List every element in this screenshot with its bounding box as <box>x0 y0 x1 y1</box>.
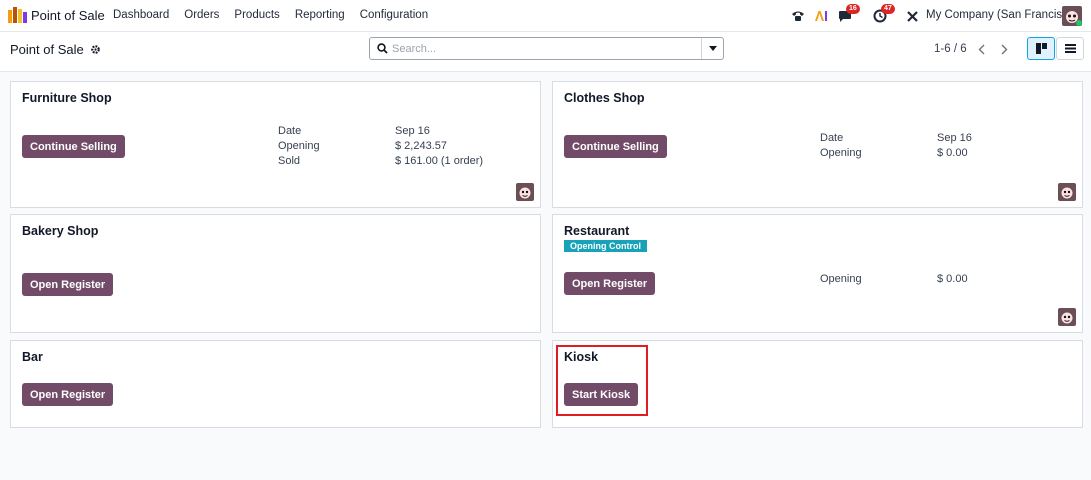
kanban-view-icon <box>1035 43 1047 54</box>
kanban-view-button[interactable] <box>1027 37 1055 60</box>
caret-down-icon <box>708 46 717 51</box>
label-date: Date <box>278 125 302 137</box>
open-register-button[interactable]: Open Register <box>22 273 114 296</box>
label-date: Date <box>820 132 844 144</box>
card-furniture-shop: Furniture Shop Continue Selling Date Ope… <box>10 81 541 208</box>
status-badge: Opening Control <box>564 240 647 252</box>
card-title[interactable]: Restaurant <box>564 224 629 238</box>
search-options-toggle[interactable] <box>701 38 723 59</box>
continue-selling-button[interactable]: Continue Selling <box>22 135 125 158</box>
label-sold: Sold <box>278 155 301 167</box>
menu-orders[interactable]: Orders <box>184 9 219 21</box>
pager-value[interactable]: 1-6 / 6 <box>934 43 967 55</box>
continue-selling-button[interactable]: Continue Selling <box>564 135 667 158</box>
value-date: Sep 16 <box>395 125 430 137</box>
page-title: Point of Sale <box>10 42 84 57</box>
card-title[interactable]: Furniture Shop <box>22 91 112 105</box>
menu-products[interactable]: Products <box>234 9 279 21</box>
highlight-box <box>556 345 648 416</box>
gear-icon[interactable] <box>90 44 101 55</box>
open-register-button[interactable]: Open Register <box>22 383 114 406</box>
card-bakery-shop: Bakery Shop Open Register <box>10 214 541 333</box>
search-bar <box>369 37 724 60</box>
value-opening: $ 0.00 <box>937 273 968 285</box>
open-register-button[interactable]: Open Register <box>564 272 656 295</box>
chevron-right-icon <box>1001 44 1007 54</box>
card-title[interactable]: Clothes Shop <box>564 91 645 105</box>
user-avatar-icon[interactable] <box>1062 6 1082 26</box>
info-labels: Date Opening Sold <box>278 124 320 169</box>
control-panel: Point of Sale 1-6 / 6 <box>0 32 1091 72</box>
search-input[interactable] <box>392 40 702 57</box>
info-labels: Date Opening <box>820 131 862 161</box>
value-sold: $ 161.00 (1 order) <box>395 155 484 167</box>
user-avatar-icon <box>1058 183 1076 201</box>
menu-dashboard[interactable]: Dashboard <box>113 9 169 21</box>
value-date: Sep 16 <box>937 132 972 144</box>
card-bar: Bar Open Register <box>10 340 541 428</box>
main-menu: Dashboard Orders Products Reporting Conf… <box>113 9 428 21</box>
phone-icon[interactable] <box>790 6 806 26</box>
pager-previous-button[interactable] <box>970 38 992 60</box>
menu-reporting[interactable]: Reporting <box>295 9 345 21</box>
user-avatar-icon <box>516 183 534 201</box>
card-restaurant: Restaurant Opening Control Open Register… <box>552 214 1083 333</box>
card-title[interactable]: Bar <box>22 350 43 364</box>
chevron-left-icon <box>978 44 984 54</box>
value-opening: $ 2,243.57 <box>395 140 447 152</box>
user-avatar-icon <box>1058 308 1076 326</box>
search-icon <box>377 43 388 54</box>
top-navbar: Point of Sale Dashboard Orders Products … <box>0 0 1091 32</box>
messages-badge: 16 <box>846 4 860 14</box>
list-view-icon <box>1064 44 1076 53</box>
clock-icon[interactable]: 47 <box>871 4 895 26</box>
label-opening: Opening <box>820 147 862 159</box>
breadcrumb: Point of Sale <box>10 42 101 57</box>
chat-icon[interactable]: 16 <box>836 4 860 26</box>
info-values: Sep 16 $ 0.00 <box>937 131 972 161</box>
menu-configuration[interactable]: Configuration <box>360 9 428 21</box>
label-opening: Opening <box>820 273 862 285</box>
card-title[interactable]: Bakery Shop <box>22 224 98 238</box>
label-opening: Opening <box>278 140 320 152</box>
tools-icon[interactable] <box>904 6 920 26</box>
card-clothes-shop: Clothes Shop Continue Selling Date Openi… <box>552 81 1083 208</box>
company-switcher[interactable]: My Company (San Francisco) <box>926 9 1078 21</box>
activities-badge: 47 <box>881 4 895 14</box>
pos-app-icon[interactable] <box>8 7 27 23</box>
info-values: Sep 16 $ 2,243.57 $ 161.00 (1 order) <box>395 124 483 169</box>
ai-icon[interactable] <box>813 6 829 26</box>
app-title[interactable]: Point of Sale <box>31 8 105 23</box>
pager-next-button[interactable] <box>993 38 1015 60</box>
value-opening: $ 0.00 <box>937 147 968 159</box>
list-view-button[interactable] <box>1056 37 1084 60</box>
